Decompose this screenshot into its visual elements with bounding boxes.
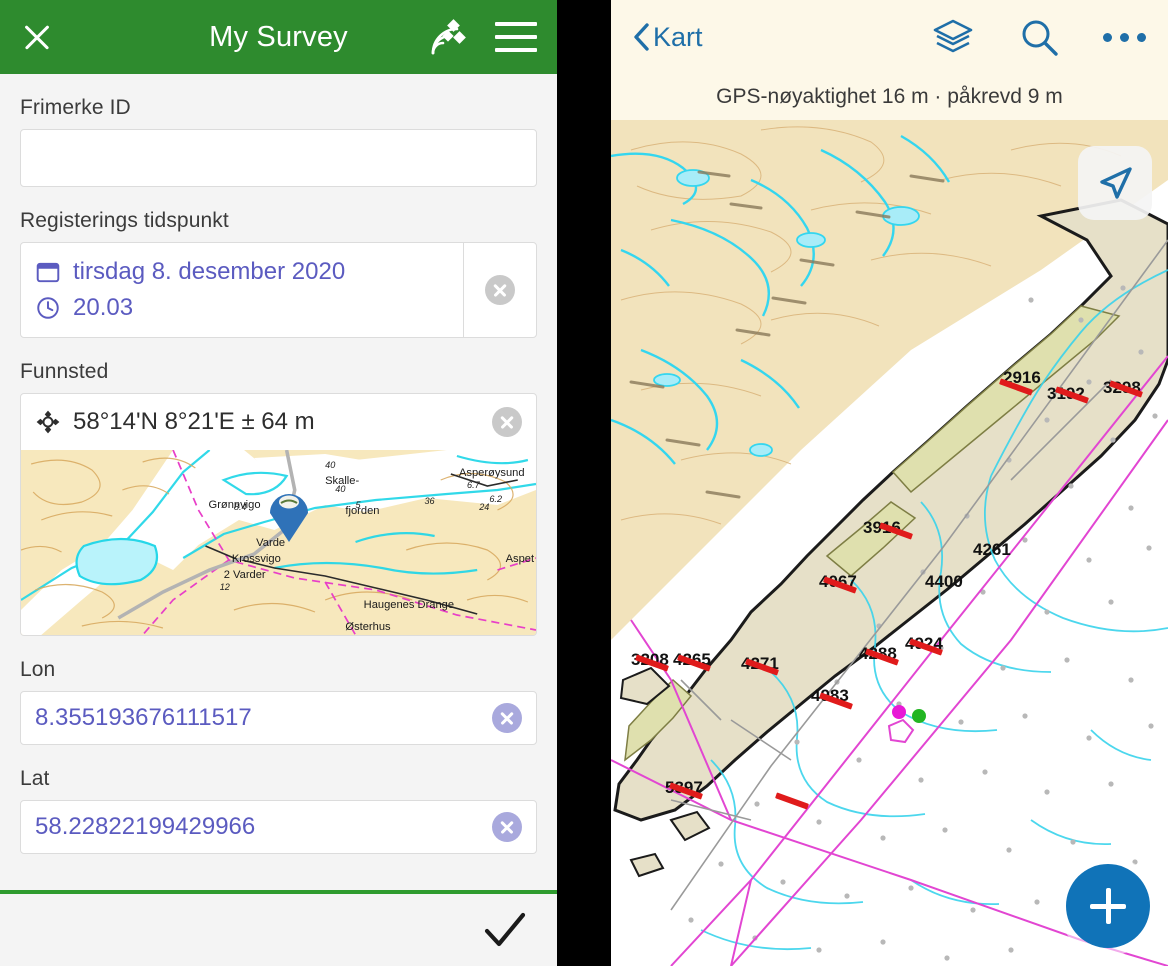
field-label: Frimerke ID (20, 96, 131, 119)
field-lat: Lat 58.22822199429966 (20, 767, 537, 854)
datetime-values: tirsdag 8. desember 2020 20.03 (21, 243, 463, 337)
nautical-chart-graphic (611, 120, 1168, 966)
gps-status-bar: GPS-nøyaktighet 16 m · påkrevd 9 m (611, 74, 1168, 120)
survey-panel: My Survey Frimerke ID Registerings tidsp… (0, 0, 557, 966)
locate-me-button[interactable] (1078, 146, 1152, 220)
field-label: Lon (20, 658, 56, 681)
clear-circle-icon[interactable] (492, 703, 522, 733)
layers-icon[interactable] (931, 17, 975, 57)
svg-text:36: 36 (424, 496, 435, 506)
survey-header-actions (429, 17, 537, 57)
hamburger-menu-icon[interactable] (495, 22, 537, 52)
svg-text:Grønnvigo: Grønnvigo (209, 499, 261, 511)
map-pin-marker (270, 494, 308, 542)
svg-text:24: 24 (478, 502, 489, 512)
chevron-left-icon (634, 23, 649, 51)
survey-form: Frimerke ID Registerings tidspunkt tirsd… (0, 74, 557, 890)
field-registrerings-tidspunkt: Registerings tidspunkt tirsdag 8. desemb… (20, 209, 537, 338)
field-label: Lat (20, 767, 50, 790)
svg-text:12: 12 (220, 582, 230, 592)
lat-input[interactable]: 58.22822199429966 (20, 800, 537, 854)
calendar-icon (36, 262, 60, 283)
date-row[interactable]: tirsdag 8. desember 2020 (35, 254, 463, 290)
map-header-actions (931, 17, 1146, 57)
datetime-clear-wrap (464, 243, 536, 337)
field-frimerke-id: Frimerke ID (20, 96, 537, 187)
lon-input[interactable]: 8.355193676111517 (20, 691, 537, 745)
clear-circle-icon[interactable] (492, 407, 522, 437)
svg-text:Krossvigo: Krossvigo (232, 553, 281, 565)
svg-text:Aspet: Aspet (506, 553, 534, 565)
field-label: Funnsted (20, 360, 109, 383)
svg-text:2 Varder: 2 Varder (224, 569, 266, 581)
clear-circle-icon[interactable] (485, 275, 515, 305)
location-coordinates: 58°14'N 8°21'E ± 64 m (73, 408, 315, 435)
svg-text:6.2: 6.2 (489, 494, 502, 504)
lon-value: 8.355193676111517 (35, 704, 252, 731)
chart-marker-label: 4261 (973, 540, 1011, 559)
location-map-preview[interactable]: 40 40 36 5 6.7 6.2 8.4 24 12 Grønnvigo V… (21, 450, 536, 635)
field-lon: Lon 8.355193676111517 (20, 658, 537, 745)
svg-text:Østerhus: Østerhus (345, 621, 391, 633)
chart-marker-label: 4400 (925, 572, 963, 591)
svg-text:40: 40 (325, 460, 335, 470)
navigation-arrow-icon (1100, 167, 1132, 199)
field-funnsted: Funnsted 58°14'N 8°21'E ± 64 m 40 40 36 … (20, 360, 537, 636)
search-icon[interactable] (1019, 17, 1059, 57)
gps-status-text: GPS-nøyaktighet 16 m · påkrevd 9 m (716, 85, 1063, 108)
close-x-icon[interactable] (20, 20, 54, 54)
time-value: 20.03 (73, 294, 134, 321)
more-dots-icon[interactable] (1103, 32, 1146, 42)
add-button[interactable] (1066, 864, 1150, 948)
satellite-icon[interactable] (429, 17, 469, 57)
crosshair-icon (36, 410, 60, 434)
datetime-field[interactable]: tirsdag 8. desember 2020 20.03 (20, 242, 537, 338)
svg-text:Haugenes Drange: Haugenes Drange (364, 599, 454, 611)
svg-text:Asperøysund: Asperøysund (459, 467, 525, 479)
back-to-kart-button[interactable]: Kart (633, 22, 703, 53)
map-canvas[interactable]: 2916 3192 3298 3916 4261 4400 4067 3208 … (611, 120, 1168, 966)
clock-icon (37, 297, 59, 319)
location-header: 58°14'N 8°21'E ± 64 m (21, 394, 536, 450)
checkmark-icon[interactable] (481, 907, 527, 953)
date-value: tirsdag 8. desember 2020 (73, 258, 346, 285)
survey-header: My Survey (0, 0, 557, 74)
map-header: Kart (611, 0, 1168, 74)
svg-text:6.7: 6.7 (467, 480, 481, 490)
frimerke-id-input[interactable] (20, 129, 537, 187)
screen-root: My Survey Frimerke ID Registerings tidsp… (0, 0, 1168, 966)
clear-circle-icon[interactable] (492, 812, 522, 842)
field-label: Registerings tidspunkt (20, 209, 229, 232)
svg-text:fjorden: fjorden (345, 505, 379, 517)
preview-map-graphic: 40 40 36 5 6.7 6.2 8.4 24 12 Grønnvigo V… (21, 450, 536, 635)
location-field[interactable]: 58°14'N 8°21'E ± 64 m 40 40 36 5 6.7 6.2… (20, 393, 537, 636)
svg-text:Skalle-: Skalle- (325, 475, 359, 487)
lat-value: 58.22822199429966 (35, 813, 256, 840)
back-label: Kart (653, 21, 703, 52)
survey-footer (0, 890, 557, 966)
map-panel: Kart GPS-nøyaktighet 16 m · påkrevd 9 m … (611, 0, 1168, 966)
time-row[interactable]: 20.03 (35, 290, 463, 326)
